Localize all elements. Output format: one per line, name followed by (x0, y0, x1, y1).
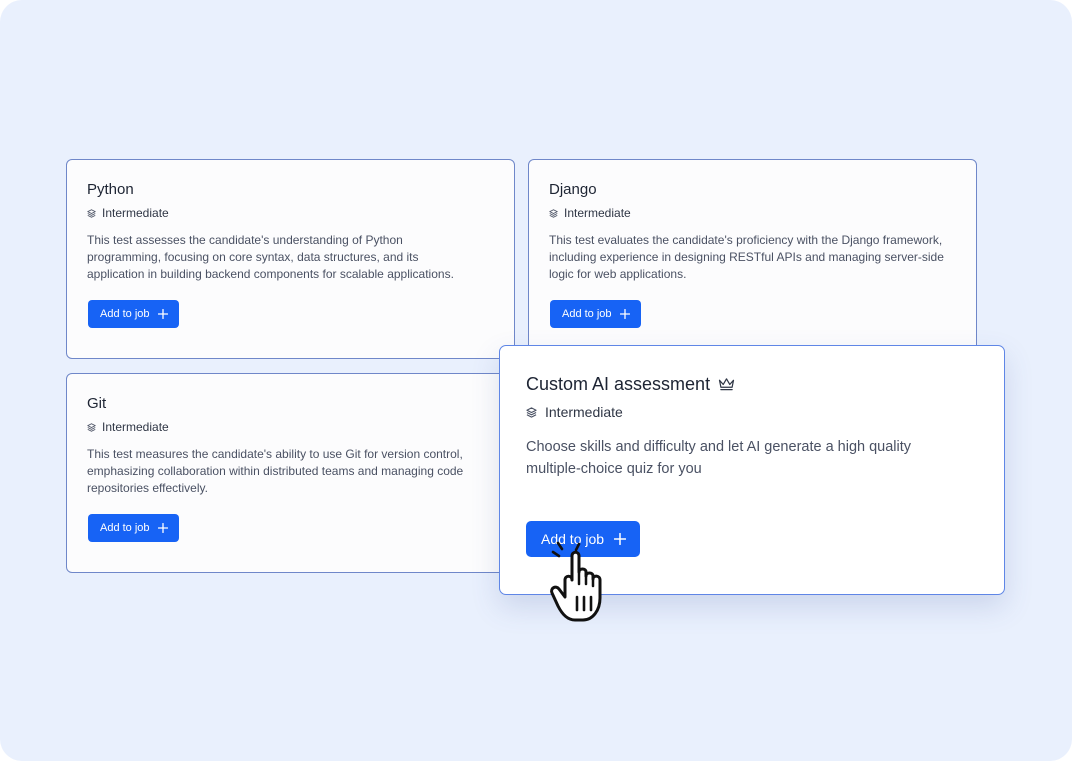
add-to-job-button[interactable]: Add to job (88, 514, 179, 542)
difficulty-label: Intermediate (545, 404, 623, 420)
plus-icon (157, 523, 168, 533)
card-description: This test measures the candidate's abili… (87, 447, 464, 495)
card-title: Django (549, 181, 597, 198)
card-description: Choose skills and difficulty and let AI … (526, 439, 912, 477)
test-card-python: Python Intermediate This test assesses t… (66, 159, 515, 359)
add-to-job-button[interactable]: Add to job (88, 300, 179, 328)
difficulty-level: Intermediate (526, 404, 978, 420)
plus-icon (619, 309, 630, 319)
difficulty-label: Intermediate (102, 420, 169, 434)
plus-icon (157, 309, 168, 319)
card-description: This test assesses the candidate's under… (87, 233, 454, 281)
card-description: This test evaluates the candidate's prof… (549, 233, 944, 281)
page-background: Python Intermediate This test assesses t… (0, 0, 1072, 761)
difficulty-level: Intermediate (87, 420, 494, 434)
layers-icon (526, 406, 537, 418)
test-card-django: Django Intermediate This test evaluates … (528, 159, 977, 359)
difficulty-label: Intermediate (102, 206, 169, 220)
hand-pointer-icon (550, 541, 602, 622)
crown-icon (718, 378, 735, 391)
layers-icon (87, 208, 96, 218)
test-card-git: Git Intermediate This test measures the … (66, 373, 515, 573)
card-title: Custom AI assessment (526, 374, 711, 394)
difficulty-label: Intermediate (564, 206, 631, 220)
featured-title-row: Custom AI assessment (526, 373, 978, 395)
card-title: Python (87, 181, 134, 198)
layers-icon (549, 208, 558, 218)
button-label: Add to job (100, 522, 150, 534)
difficulty-level: Intermediate (549, 206, 956, 220)
card-title: Git (87, 395, 107, 412)
button-label: Add to job (100, 308, 150, 320)
button-label: Add to job (562, 308, 612, 320)
layers-icon (87, 422, 96, 432)
add-to-job-button[interactable]: Add to job (550, 300, 641, 328)
difficulty-level: Intermediate (87, 206, 494, 220)
